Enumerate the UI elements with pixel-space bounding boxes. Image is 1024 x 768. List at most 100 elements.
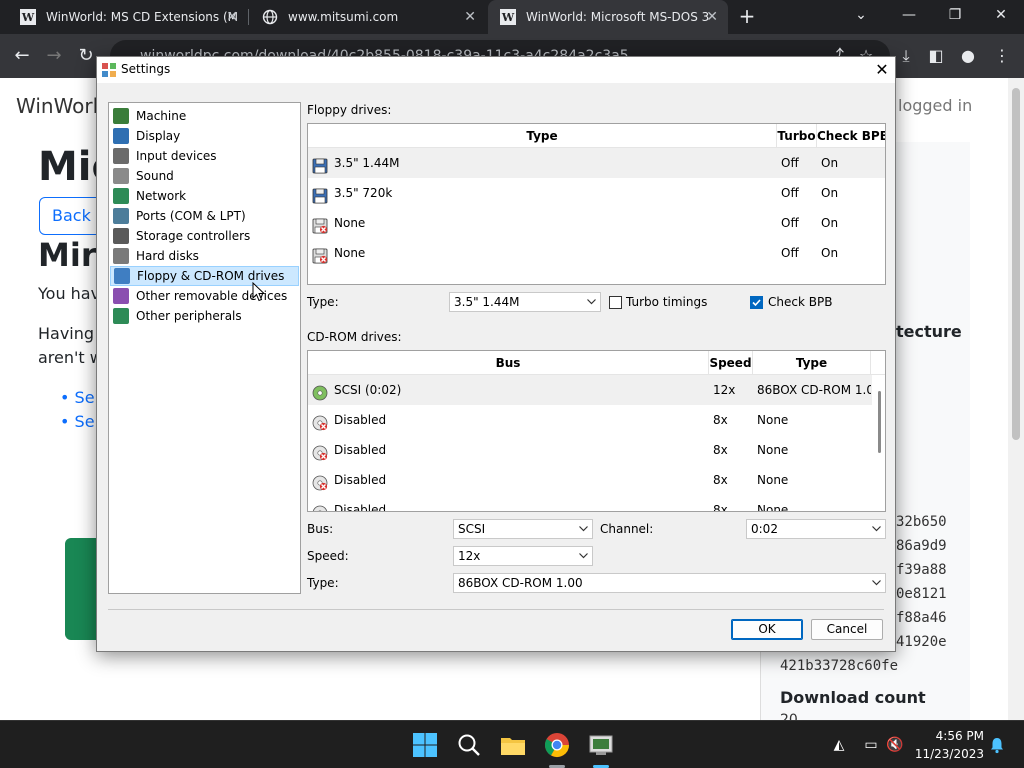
forward-arrow-icon[interactable]: → (40, 42, 68, 70)
hash-text: 86a9d9 (896, 538, 947, 554)
settings-category-sound[interactable]: Sound (110, 166, 299, 186)
channel-value: 0:02 (751, 522, 778, 536)
cdrom-drive-row[interactable]: Disabled 8x None (308, 495, 872, 511)
cdrom-drive-row[interactable]: Disabled 8x None (308, 465, 872, 495)
column-header-type[interactable]: Type (753, 351, 871, 375)
cdrom-cell-text: None (757, 443, 789, 457)
86box-icon[interactable] (587, 731, 615, 759)
close-window-icon[interactable]: ✕ (978, 0, 1024, 30)
floppy-drive-row[interactable]: None Off On (308, 238, 885, 268)
floppy-drive-row[interactable]: None Off On (308, 208, 885, 238)
column-header-bus[interactable]: Bus (308, 351, 709, 375)
browser-tab-1[interactable]: W WinWorld: MS CD Extensions (M ✕ (8, 0, 249, 34)
scrollbar-thumb[interactable] (878, 391, 881, 453)
settings-category-other-removable-devices[interactable]: Other removable devices (110, 286, 299, 306)
start-icon[interactable] (411, 731, 439, 759)
floppy-cell-text: Off (781, 246, 799, 260)
settings-category-storage-controllers[interactable]: Storage controllers (110, 226, 299, 246)
floppy-type-select[interactable]: 3.5" 1.44M (449, 292, 601, 312)
back-arrow-icon[interactable]: ← (8, 42, 36, 70)
cdrom-disabled-icon (312, 472, 328, 491)
floppy-cell-text: Off (781, 186, 799, 200)
settings-category-display[interactable]: Display (110, 126, 299, 146)
browser-tab-3-active[interactable]: W WinWorld: Microsoft MS-DOS 3 ✕ (488, 0, 728, 34)
cdrom-drive-row[interactable]: SCSI (0:02) 12x 86BOX CD-ROM 1.00 (308, 375, 872, 405)
cdrom-drive-row[interactable]: Disabled 8x None (308, 435, 872, 465)
floppy-drive-row[interactable]: 3.5" 1.44M Off On (308, 148, 885, 178)
cdrom-cell-bus: Disabled (308, 495, 709, 511)
cdrom-cell-speed: 12x (709, 375, 753, 405)
cdrom-cell-text: None (757, 413, 789, 427)
file-explorer-icon[interactable] (499, 731, 527, 759)
cdrom-cell-text: 8x (713, 473, 728, 487)
clock-date[interactable]: 11/23/2023 (900, 747, 984, 761)
settings-category-network[interactable]: Network (110, 186, 299, 206)
close-tab-icon[interactable]: ✕ (464, 9, 476, 25)
mirror-link[interactable]: • Se (60, 412, 95, 431)
cdrom-cell-type: None (753, 465, 871, 495)
menu-kebab-icon[interactable]: ⋮ (988, 42, 1016, 70)
settings-category-machine[interactable]: Machine (110, 106, 299, 126)
cdrom-cell-text: Disabled (334, 473, 387, 487)
speaker-icon (113, 168, 129, 184)
login-dropdown[interactable]: logged in (898, 96, 972, 115)
mirror-link-text: Se (74, 412, 95, 431)
download-icon[interactable]: ⤓ (892, 42, 920, 70)
mirror-link-text: Se (74, 388, 95, 407)
settings-category-other-peripherals[interactable]: Other peripherals (110, 306, 299, 326)
chrome-icon[interactable] (543, 731, 571, 759)
ok-button[interactable]: OK (731, 619, 803, 640)
cdrom-type-select[interactable]: 86BOX CD-ROM 1.00 (453, 573, 886, 593)
channel-select[interactable]: 0:02 (746, 519, 886, 539)
cdrom-list-scrollbar[interactable] (874, 375, 885, 511)
cdrom-cell-text: 8x (713, 413, 728, 427)
new-tab-button[interactable]: + (736, 4, 758, 28)
side-panel-icon[interactable]: ◧ (922, 42, 950, 70)
page-scrollbar[interactable] (1008, 78, 1024, 720)
close-tab-icon[interactable]: ✕ (226, 9, 238, 25)
chevron-down-icon (585, 293, 597, 311)
check-bpb-checkbox[interactable] (750, 296, 763, 309)
cdrom-cell-bus: SCSI (0:02) (308, 375, 709, 405)
mirror-link[interactable]: • Se (60, 388, 95, 407)
cancel-button[interactable]: Cancel (811, 619, 883, 640)
settings-category-ports-com-lpt[interactable]: Ports (COM & LPT) (110, 206, 299, 226)
clock-time[interactable]: 4:56 PM (920, 729, 984, 743)
settings-category-floppy-cd-rom-drives[interactable]: Floppy & CD-ROM drives (110, 266, 299, 286)
floppy-cell-type: 3.5" 1.44M (308, 148, 777, 178)
tab-search-icon[interactable]: ⌄ (838, 0, 884, 30)
page-scrollbar-thumb[interactable] (1012, 88, 1020, 440)
cdrom-disabled-icon (312, 502, 328, 511)
dialog-titlebar[interactable]: Settings ✕ (97, 57, 895, 83)
cdrom-drive-row[interactable]: Disabled 8x None (308, 405, 872, 435)
settings-category-input-devices[interactable]: Input devices (110, 146, 299, 166)
column-header-speed[interactable]: Speed (709, 351, 753, 375)
speed-select[interactable]: 12x (453, 546, 593, 566)
search-icon[interactable] (455, 731, 483, 759)
floppy-cell-type: None (308, 238, 777, 268)
column-header-turbo[interactable]: Turbo (777, 124, 817, 148)
column-header-type[interactable]: Type (308, 124, 777, 148)
profile-icon[interactable]: ● (954, 42, 982, 70)
browser-tab-2[interactable]: www.mitsumi.com ✕ (250, 0, 486, 34)
dialog-close-icon[interactable]: ✕ (869, 58, 895, 82)
column-header-check-bpb[interactable]: Check BPB (817, 124, 885, 148)
floppy-drive-row[interactable]: 3.5" 720k Off On (308, 178, 885, 208)
settings-category-hard-disks[interactable]: Hard disks (110, 246, 299, 266)
settings-category-label: Display (136, 129, 181, 143)
cdrom-type-label: Type: (307, 576, 339, 590)
windows-taskbar: ◭ ▭ 🔇 4:56 PM 11/23/2023 (0, 720, 1024, 768)
close-tab-icon[interactable]: ✕ (706, 9, 718, 25)
cdrom-cell-text: Disabled (334, 413, 387, 427)
minimize-icon[interactable]: — (886, 0, 932, 30)
floppy-drives-label: Floppy drives: (307, 103, 392, 117)
turbo-timings-checkbox[interactable] (609, 296, 622, 309)
floppy-type-label: Type: (307, 295, 339, 309)
network-status-icon[interactable]: ◭ (830, 736, 848, 754)
bus-select[interactable]: SCSI (453, 519, 593, 539)
cdrom-cell-speed: 8x (709, 435, 753, 465)
floppy-cell-text: On (821, 246, 839, 260)
notification-bell-icon[interactable] (988, 736, 1006, 754)
network-icon[interactable]: ▭ (862, 736, 880, 754)
restore-icon[interactable]: ❐ (932, 0, 978, 30)
